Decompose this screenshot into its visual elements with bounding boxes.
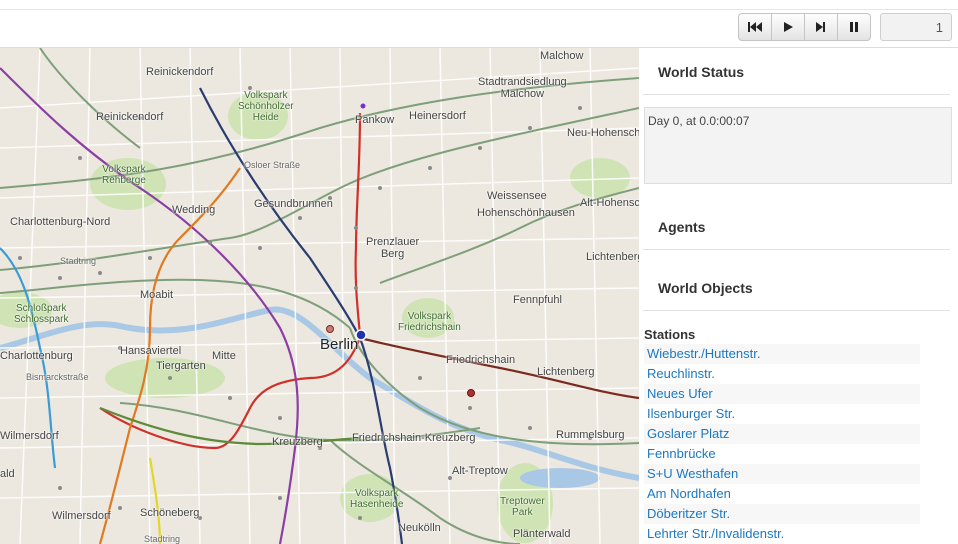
station-item[interactable]: Fennbrücke	[644, 444, 920, 464]
map-label-hansaviertel: Hansaviertel	[120, 345, 182, 357]
map-label-volkspark-schoenholzer: Volkspark Schönholzer Heide	[238, 90, 294, 123]
map-label-treptower-park: Treptower Park	[500, 496, 545, 518]
map-label-charlottenburg: Charlottenburg	[0, 350, 73, 362]
station-item[interactable]: Lehrter Str./Invalidenstr.	[644, 524, 920, 544]
map-label-malchow: Malchow	[540, 50, 584, 62]
map-label-stadtring: Stadtring	[60, 256, 97, 266]
map-label-wedding: Wedding	[172, 204, 216, 216]
step-button[interactable]	[804, 13, 838, 41]
sidebar: World Status Day 0, at 0.0:00:07 Agents …	[639, 48, 958, 544]
map-label-hohenschoenhausen: Hohenschönhausen	[477, 207, 575, 219]
toolbar	[0, 0, 958, 48]
map-label-gesundbrunnen: Gesundbrunnen	[254, 198, 333, 210]
skip-back-icon	[748, 22, 762, 32]
map-label-wilmersdorf-2: Wilmersdorf	[52, 510, 111, 522]
map-label-osloer-strasse: Osloer Straße	[244, 160, 301, 170]
map-label-lichtenberg: Lichtenberg	[537, 366, 595, 378]
play-button[interactable]	[771, 13, 805, 41]
agents-heading[interactable]: Agents	[658, 219, 705, 235]
station-item[interactable]: Goslarer Platz	[644, 424, 920, 444]
map-label-schlosspark: Schloßpark Schlosspark	[14, 303, 69, 325]
map-label-plaenterwald: Plänterwald	[513, 528, 571, 540]
map-label-prenzlauer-berg: Prenzlauer Berg	[366, 236, 420, 260]
map-label-weissensee: Weissensee	[487, 190, 547, 202]
toolbar-divider	[0, 9, 958, 10]
station-item[interactable]: Neues Ufer	[644, 384, 920, 404]
pause-button[interactable]	[837, 13, 871, 41]
station-list: Wiebestr./Huttenstr. Reuchlinstr. Neues …	[644, 344, 920, 544]
map-label-neukoelln: Neukölln	[398, 522, 441, 534]
map-label-berlin: Berlin	[320, 336, 359, 353]
map-label-wald: ald	[0, 468, 15, 480]
map-label-alt-treptow: Alt-Treptow	[452, 465, 508, 477]
map-label-kreuzberg: Kreuzberg	[272, 436, 323, 448]
map-label-heinersdorf: Heinersdorf	[409, 110, 466, 122]
map-label-volkspark-hasenheide: Volkspark Hasenheide	[350, 488, 404, 510]
world-status-heading[interactable]: World Status	[658, 64, 744, 80]
map-label-wilmersdorf: Wilmersdorf	[0, 430, 59, 442]
map-label-moabit: Moabit	[140, 289, 174, 301]
divider	[643, 310, 950, 311]
playback-controls	[738, 13, 871, 41]
map-label-lichtenberg-top: Lichtenberg	[586, 251, 639, 263]
map-label-fennpfuhl: Fennpfuhl	[513, 294, 562, 306]
station-item[interactable]: Wiebestr./Huttenstr.	[644, 344, 920, 364]
step-forward-icon	[816, 22, 825, 32]
map-label-alt-hohensch: Alt-Hohensch	[580, 197, 639, 209]
map-label-reinickendorf: Reinickendorf	[146, 66, 214, 78]
pause-icon	[850, 22, 858, 32]
station-item[interactable]: S+U Westhafen	[644, 464, 920, 484]
map-label-friedrichshain: Friedrichshain	[446, 354, 516, 366]
divider	[643, 249, 950, 250]
map-label-friedrichshain-kreuzberg: Friedrichshain-Kreuzberg	[352, 432, 476, 444]
station-item[interactable]: Am Nordhafen	[644, 484, 920, 504]
map-label-schoeneberg: Schöneberg	[140, 507, 200, 519]
world-status-time: Day 0, at 0.0:00:07	[648, 114, 750, 128]
rewind-button[interactable]	[738, 13, 772, 41]
play-icon	[784, 22, 793, 32]
stations-heading: Stations	[644, 327, 696, 342]
map-label-bismarckstrasse: Bismarckstraße	[26, 372, 89, 382]
map-label-stadtrandsiedlung: Stadtrandsiedlung Malchow	[478, 76, 567, 100]
map-label-stadtring-2: Stadtring	[144, 534, 181, 544]
station-item[interactable]: Döberitzer Str.	[644, 504, 920, 524]
map-label-rummelsburg: Rummelsburg	[556, 429, 625, 441]
step-count-input[interactable]	[880, 13, 952, 41]
map-label-mitte: Mitte	[212, 350, 236, 362]
station-item[interactable]: Reuchlinstr.	[644, 364, 920, 384]
map-label-reinickendorf-2: Reinickendorf	[96, 111, 164, 123]
station-item[interactable]: Ilsenburger Str.	[644, 404, 920, 424]
map-label-neu-hohenschoen: Neu-Hohenschö	[567, 127, 639, 139]
map-label-charlottenburg-nord: Charlottenburg-Nord	[10, 216, 111, 228]
map-label-tiergarten: Tiergarten	[156, 360, 206, 372]
map-label-volkspark-friedrichshain: Volkspark Friedrichshain	[398, 311, 461, 333]
world-objects-heading[interactable]: World Objects	[658, 280, 753, 296]
map-view[interactable]: Malchow Reinickendorf Volkspark Schönhol…	[0, 48, 639, 544]
divider	[643, 94, 950, 95]
map-label-volkspark-rehberge: Volkspark Rehberge	[102, 164, 146, 186]
world-status-text: Day 0, at 0.0:00:07	[644, 107, 952, 184]
map-label-pankow: Pankow	[355, 114, 395, 126]
